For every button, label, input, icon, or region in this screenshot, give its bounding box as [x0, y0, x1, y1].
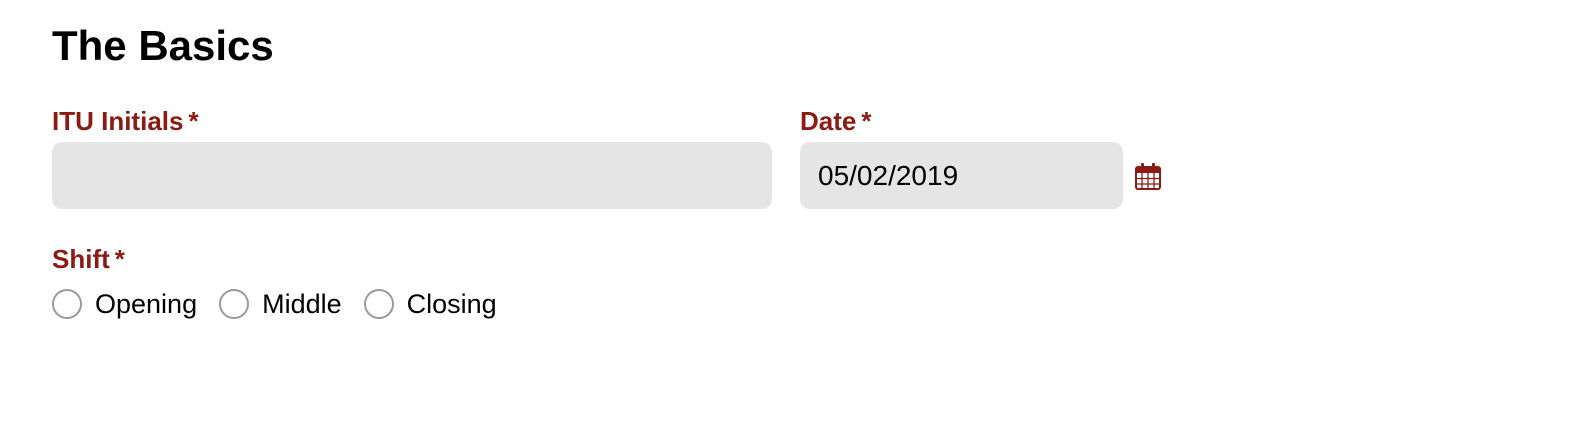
- radio-button[interactable]: [219, 289, 250, 319]
- initials-label-text: ITU Initials: [52, 106, 184, 136]
- initials-label: ITU Initials *: [52, 106, 772, 136]
- shift-option-closing[interactable]: Closing: [363, 288, 497, 320]
- radio-label[interactable]: Closing: [407, 288, 497, 320]
- basics-form: The Basics ITU Initials * Date * 05/02/2…: [52, 18, 1552, 319]
- required-marker: *: [861, 106, 872, 136]
- shift-field-group: Shift * Opening Middle Closing: [52, 244, 519, 320]
- required-marker: *: [188, 106, 199, 136]
- radio-label[interactable]: Middle: [262, 288, 342, 320]
- calendar-icon[interactable]: [1133, 161, 1163, 191]
- shift-label-text: Shift: [52, 244, 110, 274]
- radio-button[interactable]: [363, 289, 394, 319]
- date-input[interactable]: [800, 142, 1123, 209]
- shift-option-opening[interactable]: Opening: [52, 288, 197, 320]
- radio-label[interactable]: Opening: [95, 288, 197, 320]
- shift-radio-group: Opening Middle Closing: [52, 288, 519, 320]
- date-field-group: Date *: [800, 106, 1163, 209]
- initials-field-group: ITU Initials *: [52, 106, 772, 209]
- required-marker: *: [114, 244, 125, 274]
- date-label: Date *: [800, 106, 1163, 136]
- shift-label: Shift *: [52, 244, 519, 274]
- radio-button[interactable]: [52, 289, 82, 319]
- date-label-text: Date: [800, 106, 857, 136]
- date-input-row: [800, 142, 1163, 209]
- section-title: The Basics: [52, 22, 274, 69]
- shift-option-middle[interactable]: Middle: [219, 288, 342, 320]
- initials-input[interactable]: [52, 142, 772, 209]
